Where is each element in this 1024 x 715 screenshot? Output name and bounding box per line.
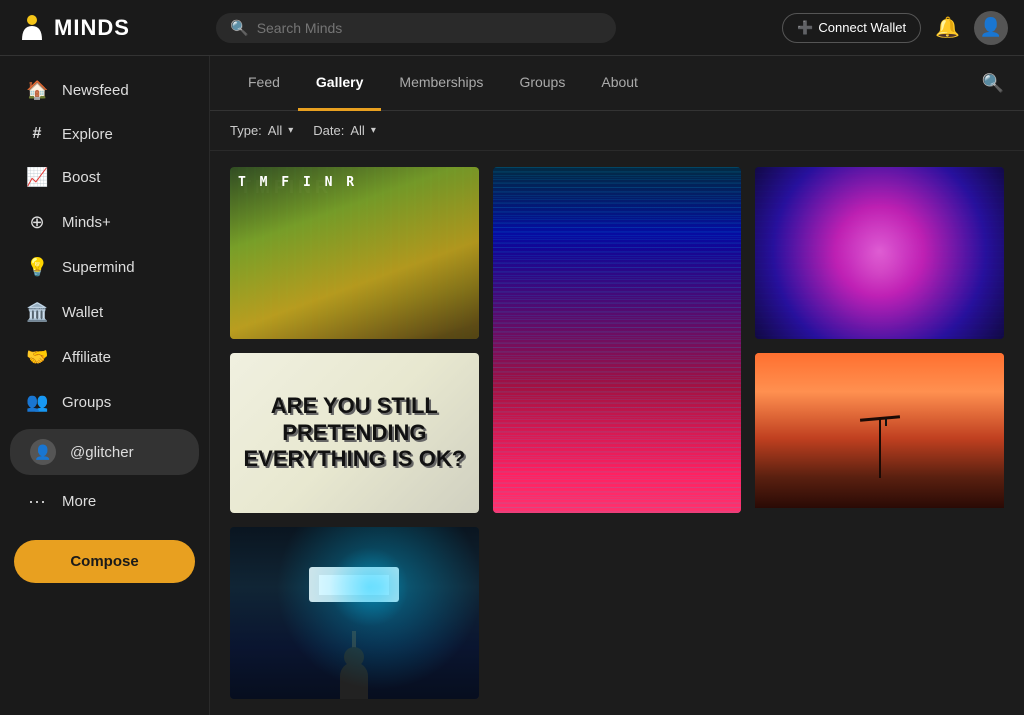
- tab-feed[interactable]: Feed: [230, 56, 298, 111]
- type-label: Type:: [230, 123, 262, 138]
- gallery-image-face-purple: [755, 167, 1004, 339]
- gallery-item-woman-red[interactable]: #glitcher #art #gifs #Caprica6 #BSG: [493, 167, 742, 513]
- gallery-grid: T M F I N R #glitcher #art #gifs #TMFINR…: [210, 151, 1024, 715]
- sidebar-label-more: More: [62, 493, 96, 510]
- minds-plus-icon: ⊕: [26, 212, 48, 233]
- sidebar-item-newsfeed[interactable]: 🏠 Newsfeed: [6, 68, 203, 113]
- sidebar-label-boost: Boost: [62, 169, 100, 186]
- type-filter[interactable]: Type: All ▾: [230, 123, 293, 138]
- tab-memberships[interactable]: Memberships: [381, 56, 501, 111]
- filters-bar: Type: All ▾ Date: All ▾: [210, 111, 1024, 151]
- explore-icon: #: [26, 125, 48, 143]
- sidebar-item-supermind[interactable]: 💡 Supermind: [6, 245, 203, 290]
- tab-groups[interactable]: Groups: [501, 56, 583, 111]
- wallet-icon: 🏛️: [26, 302, 48, 323]
- date-filter[interactable]: Date: All ▾: [313, 123, 376, 138]
- connect-wallet-label: Connect Wallet: [818, 20, 906, 35]
- sidebar-username: @glitcher: [70, 444, 134, 461]
- gallery-image-text-art: ARE YOU STILL PRETENDING EVERYTHING IS O…: [230, 353, 479, 513]
- search-icon: 🔍: [230, 19, 249, 37]
- sidebar-item-wallet[interactable]: 🏛️ Wallet: [6, 290, 203, 335]
- user-nav-avatar: 👤: [30, 439, 56, 465]
- gallery-image-sign-man: [230, 527, 479, 699]
- boost-icon: 📈: [26, 167, 48, 188]
- topbar: MINDS 🔍 ➕ Connect Wallet 🔔 👤: [0, 0, 1024, 56]
- date-dropdown-icon: ▾: [371, 125, 376, 136]
- sidebar-item-groups[interactable]: 👥 Groups: [6, 380, 203, 425]
- text-art-content: ARE YOU STILL PRETENDING EVERYTHING IS O…: [230, 383, 479, 482]
- home-icon: 🏠: [26, 80, 48, 101]
- tmfinr-text-overlay: T M F I N R: [238, 175, 357, 190]
- groups-icon: 👥: [26, 392, 48, 413]
- sidebar-label-wallet: Wallet: [62, 304, 103, 321]
- gallery-image-woman-red: [493, 167, 742, 513]
- tab-search-icon[interactable]: 🔍: [982, 73, 1004, 94]
- gallery-image-sunset: [755, 353, 1004, 508]
- sidebar-label-affiliate: Affiliate: [62, 349, 111, 366]
- sidebar-item-more[interactable]: ··· More: [6, 479, 203, 524]
- type-dropdown-icon: ▾: [288, 125, 293, 136]
- gallery-item-sunset[interactable]: [755, 353, 1004, 513]
- sidebar: 🏠 Newsfeed # Explore 📈 Boost ⊕ Minds+ 💡 …: [0, 56, 210, 715]
- more-icon: ···: [26, 491, 48, 512]
- sidebar-item-explore[interactable]: # Explore: [6, 113, 203, 155]
- supermind-icon: 💡: [26, 257, 48, 278]
- tab-gallery[interactable]: Gallery: [298, 56, 381, 111]
- tab-about[interactable]: About: [583, 56, 656, 111]
- gallery-item-sign-man[interactable]: Its time. #glitcher #art #gifs #EndTheWa…: [230, 527, 479, 699]
- logo-text: MINDS: [54, 15, 130, 41]
- sidebar-label-groups: Groups: [62, 394, 111, 411]
- topbar-right: ➕ Connect Wallet 🔔 👤: [782, 11, 1008, 45]
- search-bar[interactable]: 🔍: [216, 13, 616, 43]
- sidebar-label-newsfeed: Newsfeed: [62, 82, 129, 99]
- gallery-item-text-art[interactable]: ARE YOU STILL PRETENDING EVERYTHING IS O…: [230, 353, 479, 513]
- gallery-item-tmfinr[interactable]: T M F I N R #glitcher #art #gifs #TMFINR: [230, 167, 479, 339]
- compose-button[interactable]: Compose: [14, 540, 195, 583]
- sidebar-item-boost[interactable]: 📈 Boost: [6, 155, 203, 200]
- sidebar-label-supermind: Supermind: [62, 259, 135, 276]
- main-layout: 🏠 Newsfeed # Explore 📈 Boost ⊕ Minds+ 💡 …: [0, 56, 1024, 715]
- connect-wallet-plus-icon: ➕: [797, 20, 813, 36]
- type-value: All: [268, 123, 282, 138]
- notification-bell-icon[interactable]: 🔔: [935, 15, 960, 40]
- affiliate-icon: 🤝: [26, 347, 48, 368]
- user-avatar[interactable]: 👤: [974, 11, 1008, 45]
- sidebar-label-explore: Explore: [62, 126, 113, 143]
- gallery-image-tmfinr: T M F I N R: [230, 167, 479, 339]
- logo[interactable]: MINDS: [16, 12, 216, 44]
- tabs-list: Feed Gallery Memberships Groups About: [230, 56, 656, 110]
- sidebar-item-affiliate[interactable]: 🤝 Affiliate: [6, 335, 203, 380]
- gallery-item-face-purple[interactable]: #glitcher #art #gifs #aiverse: [755, 167, 1004, 339]
- profile-tabs: Feed Gallery Memberships Groups About 🔍: [210, 56, 1024, 111]
- search-input[interactable]: [257, 20, 602, 36]
- minds-logo-icon: [16, 12, 48, 44]
- date-value: All: [350, 123, 364, 138]
- sidebar-item-user[interactable]: 👤 @glitcher: [10, 429, 199, 475]
- connect-wallet-button[interactable]: ➕ Connect Wallet: [782, 13, 921, 43]
- sidebar-label-minds-plus: Minds+: [62, 214, 111, 231]
- date-label: Date:: [313, 123, 344, 138]
- content-area: Feed Gallery Memberships Groups About 🔍 …: [210, 56, 1024, 715]
- sidebar-item-minds-plus[interactable]: ⊕ Minds+: [6, 200, 203, 245]
